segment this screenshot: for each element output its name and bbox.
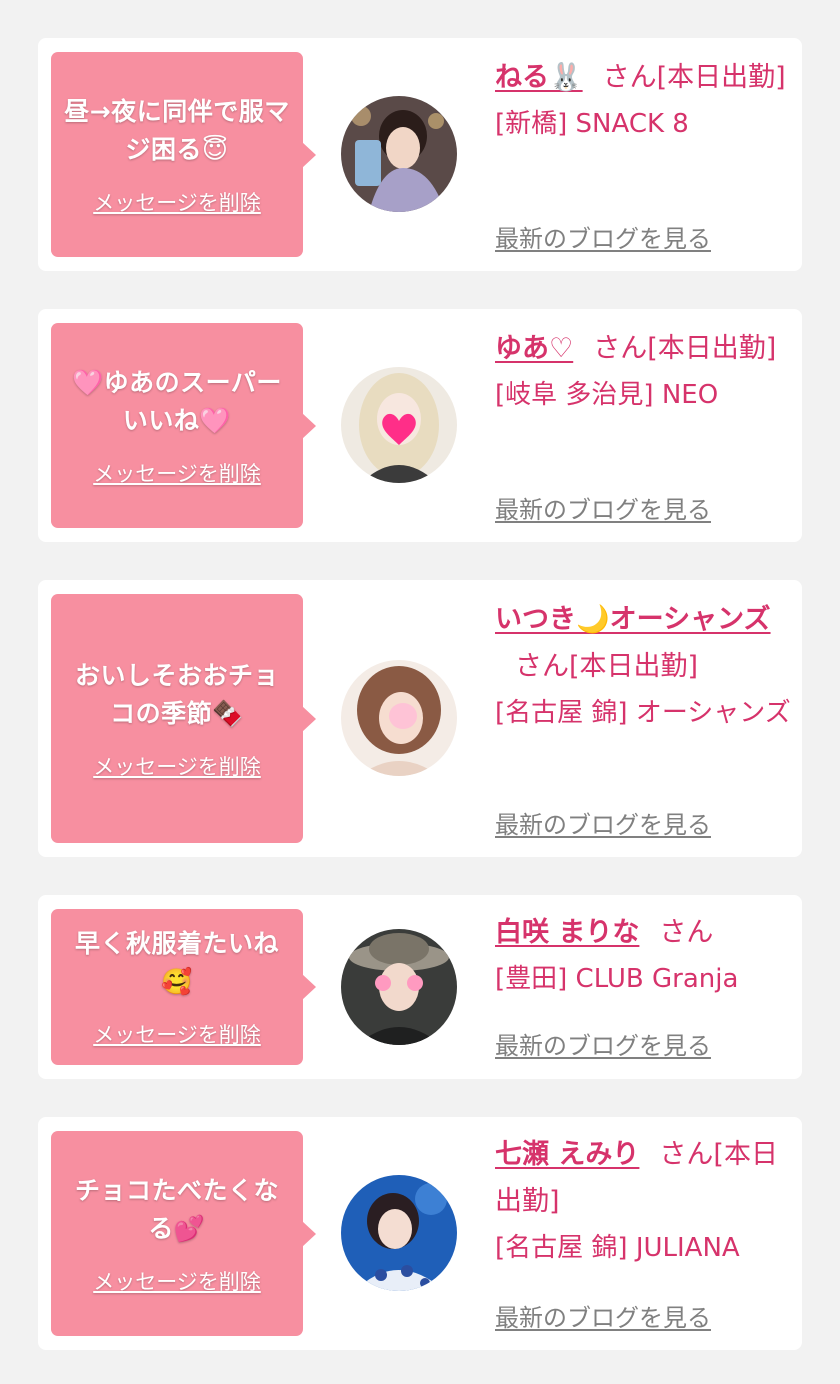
message-card: おいしそおおチョコの季節🍫 メッセージを削除 いつき🌙オーシャンズさん[本日出勤… <box>38 580 802 857</box>
avatar[interactable] <box>341 96 457 212</box>
avatar[interactable] <box>341 1175 457 1291</box>
cast-info: 白咲 まりな さん [豊田] CLUB Granja <box>495 909 791 1003</box>
shop-label: [豊田] CLUB Granja <box>495 964 739 994</box>
cast-status: さん[本日出勤] <box>602 62 786 93</box>
delete-message-link[interactable]: メッセージを削除 <box>93 751 261 781</box>
latest-blog-link[interactable]: 最新のブログを見る <box>495 1298 711 1333</box>
avatar[interactable] <box>341 660 457 776</box>
message-bubble: 早く秋服着たいね🥰 メッセージを削除 <box>51 909 316 1065</box>
cast-name-link[interactable]: 白咲 まりな <box>495 917 639 948</box>
cast-info: いつき🌙オーシャンズさん[本日出勤] [名古屋 錦] オーシャンズ <box>495 596 791 737</box>
message-text: 早く秋服着たいね🥰 <box>74 929 279 996</box>
message-card: 早く秋服着たいね🥰 メッセージを削除 白咲 まりな さん [豊田] CLUB Gr… <box>38 895 802 1079</box>
message-text: 🩷ゆあのスーパーいいね🩷 <box>72 367 282 435</box>
message-bubble: 昼→夜に同伴で服マジ困る😇 メッセージを削除 <box>51 52 316 257</box>
shop-label: [名古屋 錦] JULIANA <box>495 1233 740 1263</box>
message-card: チョコたべたくなる💕 メッセージを削除 七瀬 えみり さん[本日出勤] [名古屋 … <box>38 1117 802 1350</box>
message-card: 🩷ゆあのスーパーいいね🩷 メッセージを削除 ゆあ♡ さん[本日出勤] [岐阜 多治… <box>38 309 802 542</box>
message-bubble: チョコたべたくなる💕 メッセージを削除 <box>51 1131 316 1336</box>
cast-info: ねる🐰 さん[本日出勤] [新橋] SNACK 8 <box>495 54 791 148</box>
cast-name-link[interactable]: ゆあ♡ <box>495 333 573 364</box>
shop-label: [名古屋 錦] オーシャンズ <box>495 698 791 728</box>
cast-name-link[interactable]: ねる🐰 <box>495 62 583 93</box>
latest-blog-link[interactable]: 最新のブログを見る <box>495 219 711 254</box>
delete-message-link[interactable]: メッセージを削除 <box>93 1019 261 1049</box>
cast-info: 七瀬 えみり さん[本日出勤] [名古屋 錦] JULIANA <box>495 1131 791 1272</box>
cast-name-link[interactable]: いつき🌙オーシャンズ <box>495 604 771 635</box>
delete-message-link[interactable]: メッセージを削除 <box>93 1266 261 1296</box>
cast-name-link[interactable]: 七瀬 えみり <box>495 1139 639 1170</box>
message-text: 昼→夜に同伴で服マジ困る😇 <box>64 96 290 164</box>
cast-status: さん <box>659 917 714 948</box>
message-card: 昼→夜に同伴で服マジ困る😇 メッセージを削除 ねる🐰 さん[本日出勤] [新橋] … <box>38 38 802 271</box>
avatar[interactable] <box>341 929 457 1045</box>
delete-message-link[interactable]: メッセージを削除 <box>93 187 261 217</box>
message-bubble: おいしそおおチョコの季節🍫 メッセージを削除 <box>51 594 316 843</box>
latest-blog-link[interactable]: 最新のブログを見る <box>495 805 711 840</box>
cast-info: ゆあ♡ さん[本日出勤] [岐阜 多治見] NEO <box>495 325 791 419</box>
message-list: 昼→夜に同伴で服マジ困る😇 メッセージを削除 ねる🐰 さん[本日出勤] [新橋] … <box>0 0 840 1384</box>
cast-status: さん[本日出勤] <box>593 333 777 364</box>
shop-label: [岐阜 多治見] NEO <box>495 380 719 410</box>
cast-status: さん[本日出勤] <box>515 651 699 682</box>
message-text: おいしそおおチョコの季節🍫 <box>74 660 279 728</box>
message-bubble: 🩷ゆあのスーパーいいね🩷 メッセージを削除 <box>51 323 316 528</box>
avatar[interactable] <box>341 367 457 483</box>
message-text: チョコたべたくなる💕 <box>74 1175 279 1243</box>
delete-message-link[interactable]: メッセージを削除 <box>93 458 261 488</box>
shop-label: [新橋] SNACK 8 <box>495 109 689 139</box>
latest-blog-link[interactable]: 最新のブログを見る <box>495 490 711 525</box>
latest-blog-link[interactable]: 最新のブログを見る <box>495 1026 711 1061</box>
